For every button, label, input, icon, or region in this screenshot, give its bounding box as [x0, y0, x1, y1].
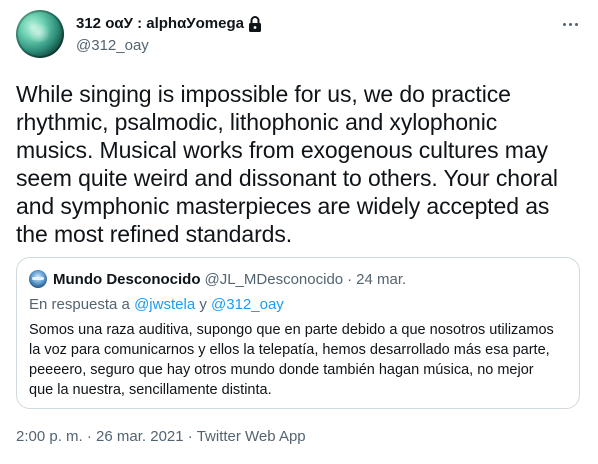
quoted-tweet-text: Somos una raza auditiva, supongo que en …	[29, 322, 554, 398]
tweet-date-link: ·	[86, 428, 92, 445]
quoted-author-avatar	[29, 270, 47, 288]
author-handle[interactable]: @312_oay	[76, 36, 262, 56]
quoted-separator: ·	[347, 270, 353, 288]
tweet-time-link[interactable]: 2:00 p. m.	[16, 428, 83, 445]
reply-conjunction: y	[199, 296, 207, 313]
reply-user-link[interactable]: @312_oay	[211, 296, 284, 313]
tweet-footer: 2:00 p. m. · 26 mar. 2021 · Twitter Web …	[16, 428, 306, 445]
more-options-icon[interactable]	[558, 14, 582, 34]
lock-icon	[248, 16, 262, 32]
quoted-date: 24 mar.	[356, 270, 407, 288]
author-display-name[interactable]: 312 οαУ : alphαУomega	[76, 14, 244, 34]
tweet-source-link[interactable]: Twitter Web App	[197, 428, 306, 445]
reply-prefix: En respuesta a	[29, 296, 130, 313]
footer-separator: ·	[187, 428, 193, 445]
quoted-author-name: Mundo Desconocido	[53, 270, 201, 288]
quoted-tweet[interactable]: Mundo Desconocido @JL_MDesconocido · 24 …	[16, 257, 580, 409]
quoted-author-handle: @JL_MDesconocido	[204, 270, 344, 288]
quoted-reply-context: En respuesta a @jwstela y @312_oay	[29, 296, 284, 313]
author-avatar[interactable]	[16, 10, 64, 58]
author-info: 312 οαУ : alphαУomega @312_oay	[76, 14, 262, 56]
tweet: 312 οαУ : alphαУomega @312_oay While sin…	[0, 0, 598, 464]
tweet-text: While singing is impossible for us, we d…	[16, 81, 558, 247]
quoted-tweet-header: Mundo Desconocido @JL_MDesconocido · 24 …	[29, 270, 406, 288]
reply-user-link[interactable]: @jwstela	[134, 296, 195, 313]
tweet-date-link[interactable]: 26 mar. 2021	[96, 428, 184, 445]
author-display-name-row[interactable]: 312 οαУ : alphαУomega	[76, 14, 262, 34]
